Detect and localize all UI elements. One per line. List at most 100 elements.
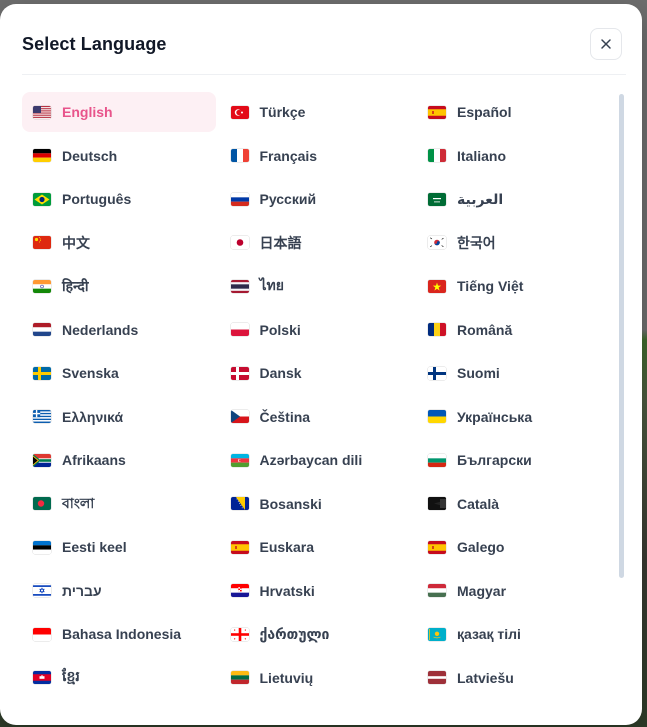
language-option[interactable]: Hrvatski [220,571,414,611]
language-option[interactable]: ქართული [220,614,414,654]
ba-flag-icon [230,497,249,510]
az-flag-icon [230,453,249,467]
language-label: Українська [457,408,533,425]
language-modal: Select Language English Türkçe Español Deut… [0,4,642,725]
language-label: Nederlands [62,321,139,338]
language-option[interactable]: қазақ тілі [417,614,611,654]
sa-flag-icon [428,192,446,206]
language-option[interactable]: Български [417,440,611,480]
language-option[interactable]: English [22,92,216,132]
language-option[interactable]: Türkçe [220,92,414,132]
language-label: Deutsch [62,147,118,164]
language-label: Latviešu [457,669,514,686]
language-option[interactable]: Українська [417,397,611,437]
language-option[interactable]: Nederlands [22,310,216,350]
language-option[interactable]: ไทย [220,266,414,306]
cz-flag-icon [230,410,249,423]
language-label: বাংলা [62,494,95,511]
language-option[interactable]: বাংলা [22,484,216,524]
language-option[interactable]: Italiano [417,136,611,176]
ua-flag-icon [428,410,446,423]
language-label: Hrvatski [259,582,315,599]
catalonia-flag-icon [428,497,446,510]
language-option[interactable]: Magyar [417,571,611,611]
language-option[interactable]: Eesti keel [22,527,216,567]
language-label: Bosanski [259,495,322,512]
language-option[interactable]: Bahasa Indonesia [22,614,216,654]
language-option[interactable]: 한국어 [417,223,611,263]
language-option[interactable]: हिन्दी [22,266,216,306]
es-flag-icon [428,105,446,119]
language-option[interactable]: Azərbaycan dili [220,440,414,480]
language-option[interactable]: Русский [220,179,414,219]
language-option[interactable]: Română [417,310,611,350]
bd-flag-icon [33,497,51,510]
fr-flag-icon [230,149,249,162]
dk-flag-icon [230,366,249,380]
language-label: Polski [259,321,301,338]
language-label: Български [457,452,532,468]
language-option[interactable]: Polski [220,310,414,350]
ru-flag-icon [230,192,249,206]
language-option[interactable]: Français [220,136,414,176]
language-option[interactable]: العربية [417,179,611,219]
language-label: English [62,104,113,120]
hu-flag-icon [428,584,446,597]
th-flag-icon [230,279,249,293]
language-option[interactable]: Afrikaans [22,440,216,480]
lt-flag-icon [230,671,249,684]
language-option[interactable]: Suomi [417,353,611,393]
language-list[interactable]: English Türkçe Español Deutsch Français Itali… [22,92,618,712]
pl-flag-icon [230,323,249,336]
lv-flag-icon [428,671,446,684]
language-label: 한국어 [457,234,496,251]
close-button[interactable] [590,28,622,60]
language-label: Svenska [62,365,119,381]
language-option[interactable]: Dansk [220,353,414,393]
il-flag-icon [33,584,51,597]
es-flag-icon [230,540,249,554]
language-option[interactable]: Català [417,484,611,524]
language-label: Dansk [259,365,302,381]
scrollbar-thumb[interactable] [619,94,624,578]
language-label: Español [457,104,512,120]
language-label: Euskara [259,539,314,555]
language-option[interactable]: Galego [417,527,611,567]
language-label: Català [457,495,500,512]
language-label: ខ្មែរ [62,668,80,684]
language-label: Italiano [457,147,507,164]
language-label: ไทย [259,277,284,293]
language-option[interactable]: Svenska [22,353,216,393]
ro-flag-icon [428,323,446,336]
language-option[interactable]: 日本語 [220,223,414,263]
jp-flag-icon [230,236,249,249]
language-option[interactable]: Ελληνικά [22,397,216,437]
kz-flag-icon [428,627,446,641]
language-option[interactable]: Lietuvių [220,658,414,698]
language-option[interactable]: Español [417,92,611,132]
tr-flag-icon [230,105,249,119]
kh-flag-icon [33,671,51,684]
language-option[interactable]: Deutsch [22,136,216,176]
us-flag-icon [33,105,51,119]
language-label: 日本語 [259,234,302,251]
language-label: हिन्दी [62,277,89,294]
language-label: Galego [457,539,505,555]
language-option[interactable]: 中文 [22,223,216,263]
language-option[interactable]: Bosanski [220,484,414,524]
language-label: қазақ тілі [457,626,521,642]
language-option[interactable]: Čeština [220,397,414,437]
language-option[interactable]: Euskara [220,527,414,567]
language-option[interactable]: ខ្មែរ [22,658,216,698]
language-label: Afrikaans [62,452,126,468]
language-option[interactable]: עברית [22,571,216,611]
language-label: Magyar [457,582,507,599]
header-divider [22,74,626,75]
language-label: Čeština [259,408,311,425]
modal-header: Select Language [0,4,642,74]
language-option[interactable]: Português [22,179,216,219]
language-option[interactable]: Tiếng Việt [417,266,611,306]
language-option[interactable]: Latviešu [417,658,611,698]
hr-flag-icon [230,584,249,597]
fi-flag-icon [428,366,446,380]
